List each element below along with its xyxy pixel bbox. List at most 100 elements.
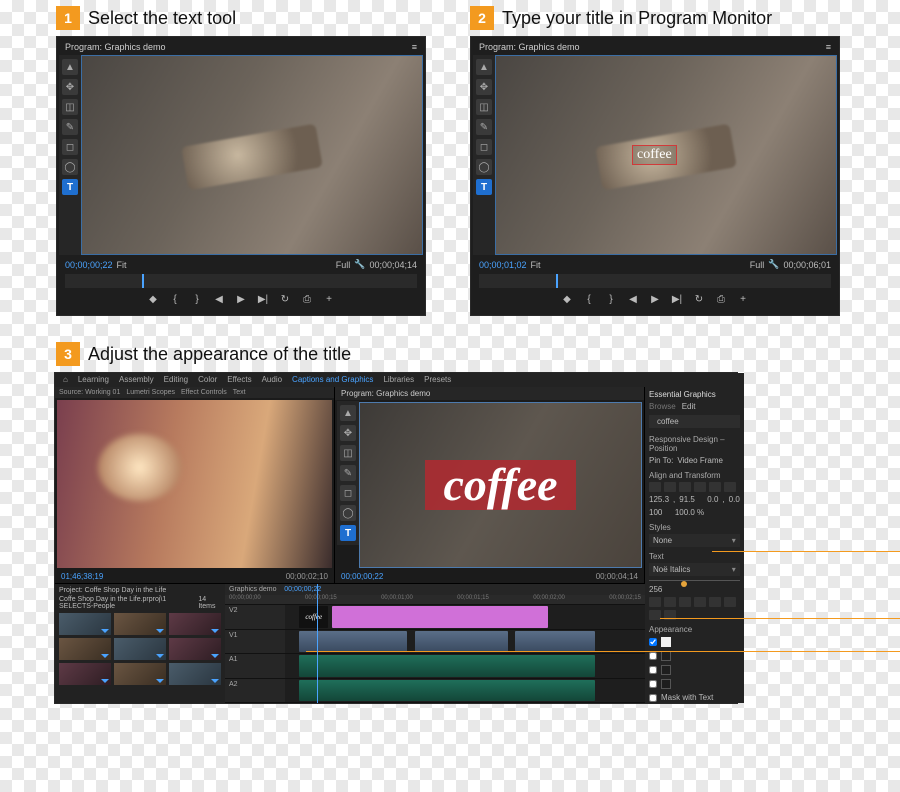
program-video-view[interactable]: coffee bbox=[495, 55, 837, 255]
in-point-icon[interactable]: { bbox=[583, 294, 595, 305]
graphics-clip[interactable] bbox=[332, 606, 548, 628]
track-a2[interactable] bbox=[285, 679, 645, 704]
ws-tab[interactable]: Assembly bbox=[119, 375, 154, 385]
bg-color-row[interactable] bbox=[649, 664, 740, 676]
pen-tool-icon[interactable]: ✎ bbox=[340, 465, 356, 481]
timecode-in[interactable]: 00;00;01;02 bbox=[479, 260, 527, 270]
add-icon[interactable]: + bbox=[737, 294, 749, 305]
bg-checkbox[interactable] bbox=[649, 666, 657, 674]
ws-tab[interactable]: Effects bbox=[227, 375, 251, 385]
wrench-icon[interactable]: 🔧 bbox=[768, 259, 779, 270]
ws-tab-active[interactable]: Captions and Graphics bbox=[292, 375, 373, 385]
shadow-color-swatch[interactable] bbox=[661, 679, 671, 689]
loop-icon[interactable]: ↻ bbox=[279, 294, 291, 305]
project-item[interactable] bbox=[169, 638, 221, 660]
title-clip[interactable]: coffee bbox=[299, 606, 328, 628]
text-align-right-icon[interactable] bbox=[679, 597, 691, 607]
step-fwd-icon[interactable]: ▶| bbox=[257, 294, 269, 305]
text-underline-icon[interactable] bbox=[724, 597, 736, 607]
project-item[interactable] bbox=[114, 663, 166, 685]
align-left-icon[interactable] bbox=[649, 482, 661, 492]
pen-tool-icon[interactable]: ✎ bbox=[476, 119, 492, 135]
step-back-icon[interactable]: ◀ bbox=[213, 294, 225, 305]
shape-tool-icon[interactable]: ◻ bbox=[62, 139, 78, 155]
crop-tool-icon[interactable]: ◫ bbox=[340, 445, 356, 461]
text-bold-icon[interactable] bbox=[694, 597, 706, 607]
project-item[interactable] bbox=[169, 663, 221, 685]
play-icon[interactable]: ▶ bbox=[235, 294, 247, 305]
bg-color-swatch[interactable] bbox=[661, 665, 671, 675]
text-italic-icon[interactable] bbox=[709, 597, 721, 607]
in-point-icon[interactable]: { bbox=[169, 294, 181, 305]
marker-icon[interactable]: ◆ bbox=[147, 294, 159, 305]
timeline-ruler[interactable]: 00;00;00;00 00;00;00;15 00;00;01;00 00;0… bbox=[225, 595, 645, 605]
project-item[interactable] bbox=[59, 613, 111, 635]
out-point-icon[interactable]: } bbox=[605, 294, 617, 305]
fit-dropdown[interactable]: Fit bbox=[531, 260, 541, 270]
opacity-value[interactable]: 100.0 % bbox=[675, 508, 704, 517]
align-top-icon[interactable] bbox=[694, 482, 706, 492]
scale-value[interactable]: 100 bbox=[649, 508, 662, 517]
audio-clip[interactable] bbox=[299, 680, 594, 702]
out-point-icon[interactable]: } bbox=[191, 294, 203, 305]
title-graphic[interactable]: coffee bbox=[425, 460, 575, 510]
eg-tab-edit[interactable]: Edit bbox=[682, 402, 696, 411]
fit-dropdown[interactable]: Fit bbox=[117, 260, 127, 270]
hand-tool-icon[interactable]: ✥ bbox=[62, 79, 78, 95]
export-frame-icon[interactable]: ⎙ bbox=[301, 294, 313, 305]
ellipse-tool-icon[interactable]: ◯ bbox=[476, 159, 492, 175]
timeline-tc[interactable]: 00;00;00;22 bbox=[284, 586, 321, 593]
type-tool-icon[interactable]: T bbox=[62, 179, 78, 195]
project-item[interactable] bbox=[59, 663, 111, 685]
source-tc-in[interactable]: 01;46;38;19 bbox=[61, 572, 103, 581]
ellipse-tool-icon[interactable]: ◯ bbox=[62, 159, 78, 175]
selection-tool-icon[interactable]: ▲ bbox=[340, 405, 356, 421]
mask-checkbox[interactable] bbox=[649, 694, 657, 702]
export-frame-icon[interactable]: ⎙ bbox=[715, 294, 727, 305]
source-tab[interactable]: Text bbox=[233, 389, 246, 396]
scrub-bar[interactable] bbox=[65, 274, 417, 288]
hand-tool-icon[interactable]: ✥ bbox=[340, 425, 356, 441]
crop-tool-icon[interactable]: ◫ bbox=[62, 99, 78, 115]
shadow-row[interactable] bbox=[649, 678, 740, 690]
ws-tab[interactable]: Learning bbox=[78, 375, 109, 385]
track-v2[interactable]: coffee bbox=[285, 605, 645, 630]
align-right-icon[interactable] bbox=[679, 482, 691, 492]
step-back-icon[interactable]: ◀ bbox=[627, 294, 639, 305]
shape-tool-icon[interactable]: ◻ bbox=[340, 485, 356, 501]
ws-tab[interactable]: Audio bbox=[262, 375, 282, 385]
sequence-name[interactable]: Graphics demo bbox=[229, 586, 276, 593]
align-bottom-icon[interactable] bbox=[724, 482, 736, 492]
pen-tool-icon[interactable]: ✎ bbox=[62, 119, 78, 135]
eg-layer-item[interactable]: coffee bbox=[649, 415, 740, 428]
selection-tool-icon[interactable]: ▲ bbox=[62, 59, 78, 75]
add-icon[interactable]: + bbox=[323, 294, 335, 305]
project-item[interactable] bbox=[114, 613, 166, 635]
scale-dropdown[interactable]: Full bbox=[750, 260, 765, 270]
play-icon[interactable]: ▶ bbox=[649, 294, 661, 305]
source-tab[interactable]: Effect Controls bbox=[181, 389, 227, 396]
font-size-value[interactable]: 256 bbox=[649, 585, 662, 594]
pos-x[interactable]: 125.3 bbox=[649, 495, 669, 504]
playhead[interactable] bbox=[317, 584, 318, 703]
ws-tab[interactable]: Editing bbox=[164, 375, 188, 385]
project-item[interactable] bbox=[114, 638, 166, 660]
text-align-left-icon[interactable] bbox=[649, 597, 661, 607]
text-align-center-icon[interactable] bbox=[664, 597, 676, 607]
wrench-icon[interactable]: 🔧 bbox=[354, 259, 365, 270]
type-tool-icon[interactable]: T bbox=[476, 179, 492, 195]
project-item[interactable] bbox=[169, 613, 221, 635]
anchor-x[interactable]: 0.0 bbox=[707, 495, 718, 504]
marker-icon[interactable]: ◆ bbox=[561, 294, 573, 305]
track-header-v1[interactable]: V1 bbox=[225, 630, 285, 655]
anchor-y[interactable]: 0.0 bbox=[729, 495, 740, 504]
program-tc-in[interactable]: 00;00;00;22 bbox=[341, 572, 383, 581]
timecode-in[interactable]: 00;00;00;22 bbox=[65, 260, 113, 270]
panel-menu-icon[interactable]: ≡ bbox=[412, 42, 417, 52]
source-tab[interactable]: Source: Working 01 bbox=[59, 389, 120, 396]
ellipse-tool-icon[interactable]: ◯ bbox=[340, 505, 356, 521]
pin-to-value[interactable]: Video Frame bbox=[677, 456, 723, 465]
track-header-v2[interactable]: V2 bbox=[225, 605, 285, 630]
type-tool-icon[interactable]: T bbox=[340, 525, 356, 541]
panel-menu-icon[interactable]: ≡ bbox=[826, 42, 831, 52]
